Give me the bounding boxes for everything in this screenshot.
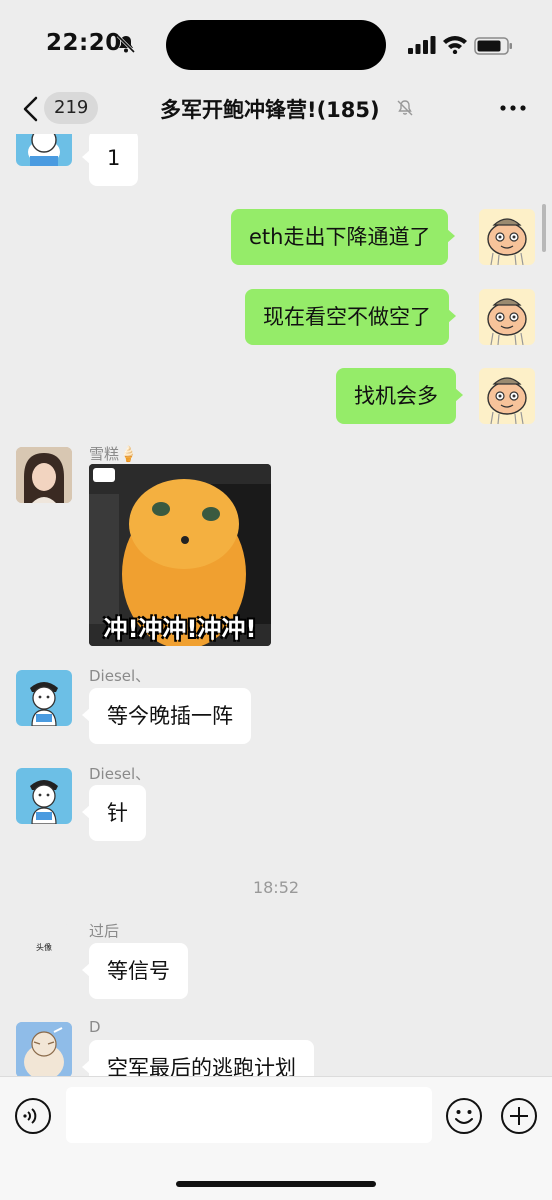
status-time: 22:20 [46,30,122,56]
sender-name: D [89,1018,101,1036]
message-text: 针 [107,801,128,825]
avatar[interactable] [16,447,72,503]
message-bubble[interactable]: 找机会多 [336,368,463,424]
mute-icon [397,100,413,116]
message-text: 找机会多 [354,384,438,408]
message-bubble[interactable]: 等信号 [82,943,188,999]
sticker-caption: 冲!冲冲!冲冲! [103,615,257,643]
more-icon[interactable] [498,98,528,118]
plus-icon[interactable] [500,1097,538,1135]
message-bubble[interactable]: 空军最后的逃跑计划 [82,1040,314,1076]
avatar[interactable] [16,1022,72,1076]
message-text: 等信号 [107,959,170,983]
message-bubble[interactable]: 等今晚插一阵 [82,688,251,744]
unread-count-badge[interactable]: 219 [44,92,99,124]
message-list[interactable]: 1 eth走出下降通道了 现在看空不做空了 找机会多 雪糕🍦 冲!冲冲!冲冲! … [0,134,552,1076]
emoji-icon[interactable] [445,1097,483,1135]
avatar[interactable] [479,289,535,345]
message-text: 1 [107,146,121,170]
avatar[interactable] [16,134,72,166]
avatar[interactable] [479,209,535,265]
avatar[interactable] [479,368,535,424]
sticker-image[interactable]: 冲!冲冲!冲冲! [89,464,271,646]
avatar[interactable] [16,670,72,726]
avatar-placeholder-text: 头像 [36,943,52,952]
home-indicator[interactable] [176,1181,376,1187]
avatar[interactable]: 头像 [16,924,72,980]
sender-name: Diesel、 [89,667,151,685]
chat-title: 多军开鲍冲锋营!(185) [160,98,380,122]
message-text: 现在看空不做空了 [263,305,431,329]
dynamic-island [166,20,386,70]
message-bubble[interactable]: 针 [82,785,146,841]
message-text: eth走出下降通道了 [249,225,431,249]
message-bubble[interactable]: 1 [81,134,139,186]
sender-name: 过后 [89,922,120,940]
back-chevron-icon[interactable] [20,94,42,124]
sender-name: 雪糕🍦 [89,445,138,463]
status-bar: 22:20 [0,0,552,90]
scrollbar[interactable] [542,204,546,252]
chat-header: 219 多军开鲍冲锋营!(185) [0,84,552,134]
message-text: 空军最后的逃跑计划 [107,1056,296,1076]
voice-icon[interactable] [14,1097,52,1135]
message-timestamp: 18:52 [252,878,300,897]
message-bubble[interactable]: 现在看空不做空了 [245,289,456,345]
battery-icon [474,37,512,55]
message-input[interactable] [66,1087,432,1143]
signal-icon [408,36,436,54]
wifi-icon [443,36,467,54]
message-bubble[interactable]: eth走出下降通道了 [231,209,456,265]
sender-name: Diesel、 [89,765,151,783]
bell-off-icon [116,34,136,54]
message-text: 等今晚插一阵 [107,704,233,728]
avatar[interactable] [16,768,72,824]
